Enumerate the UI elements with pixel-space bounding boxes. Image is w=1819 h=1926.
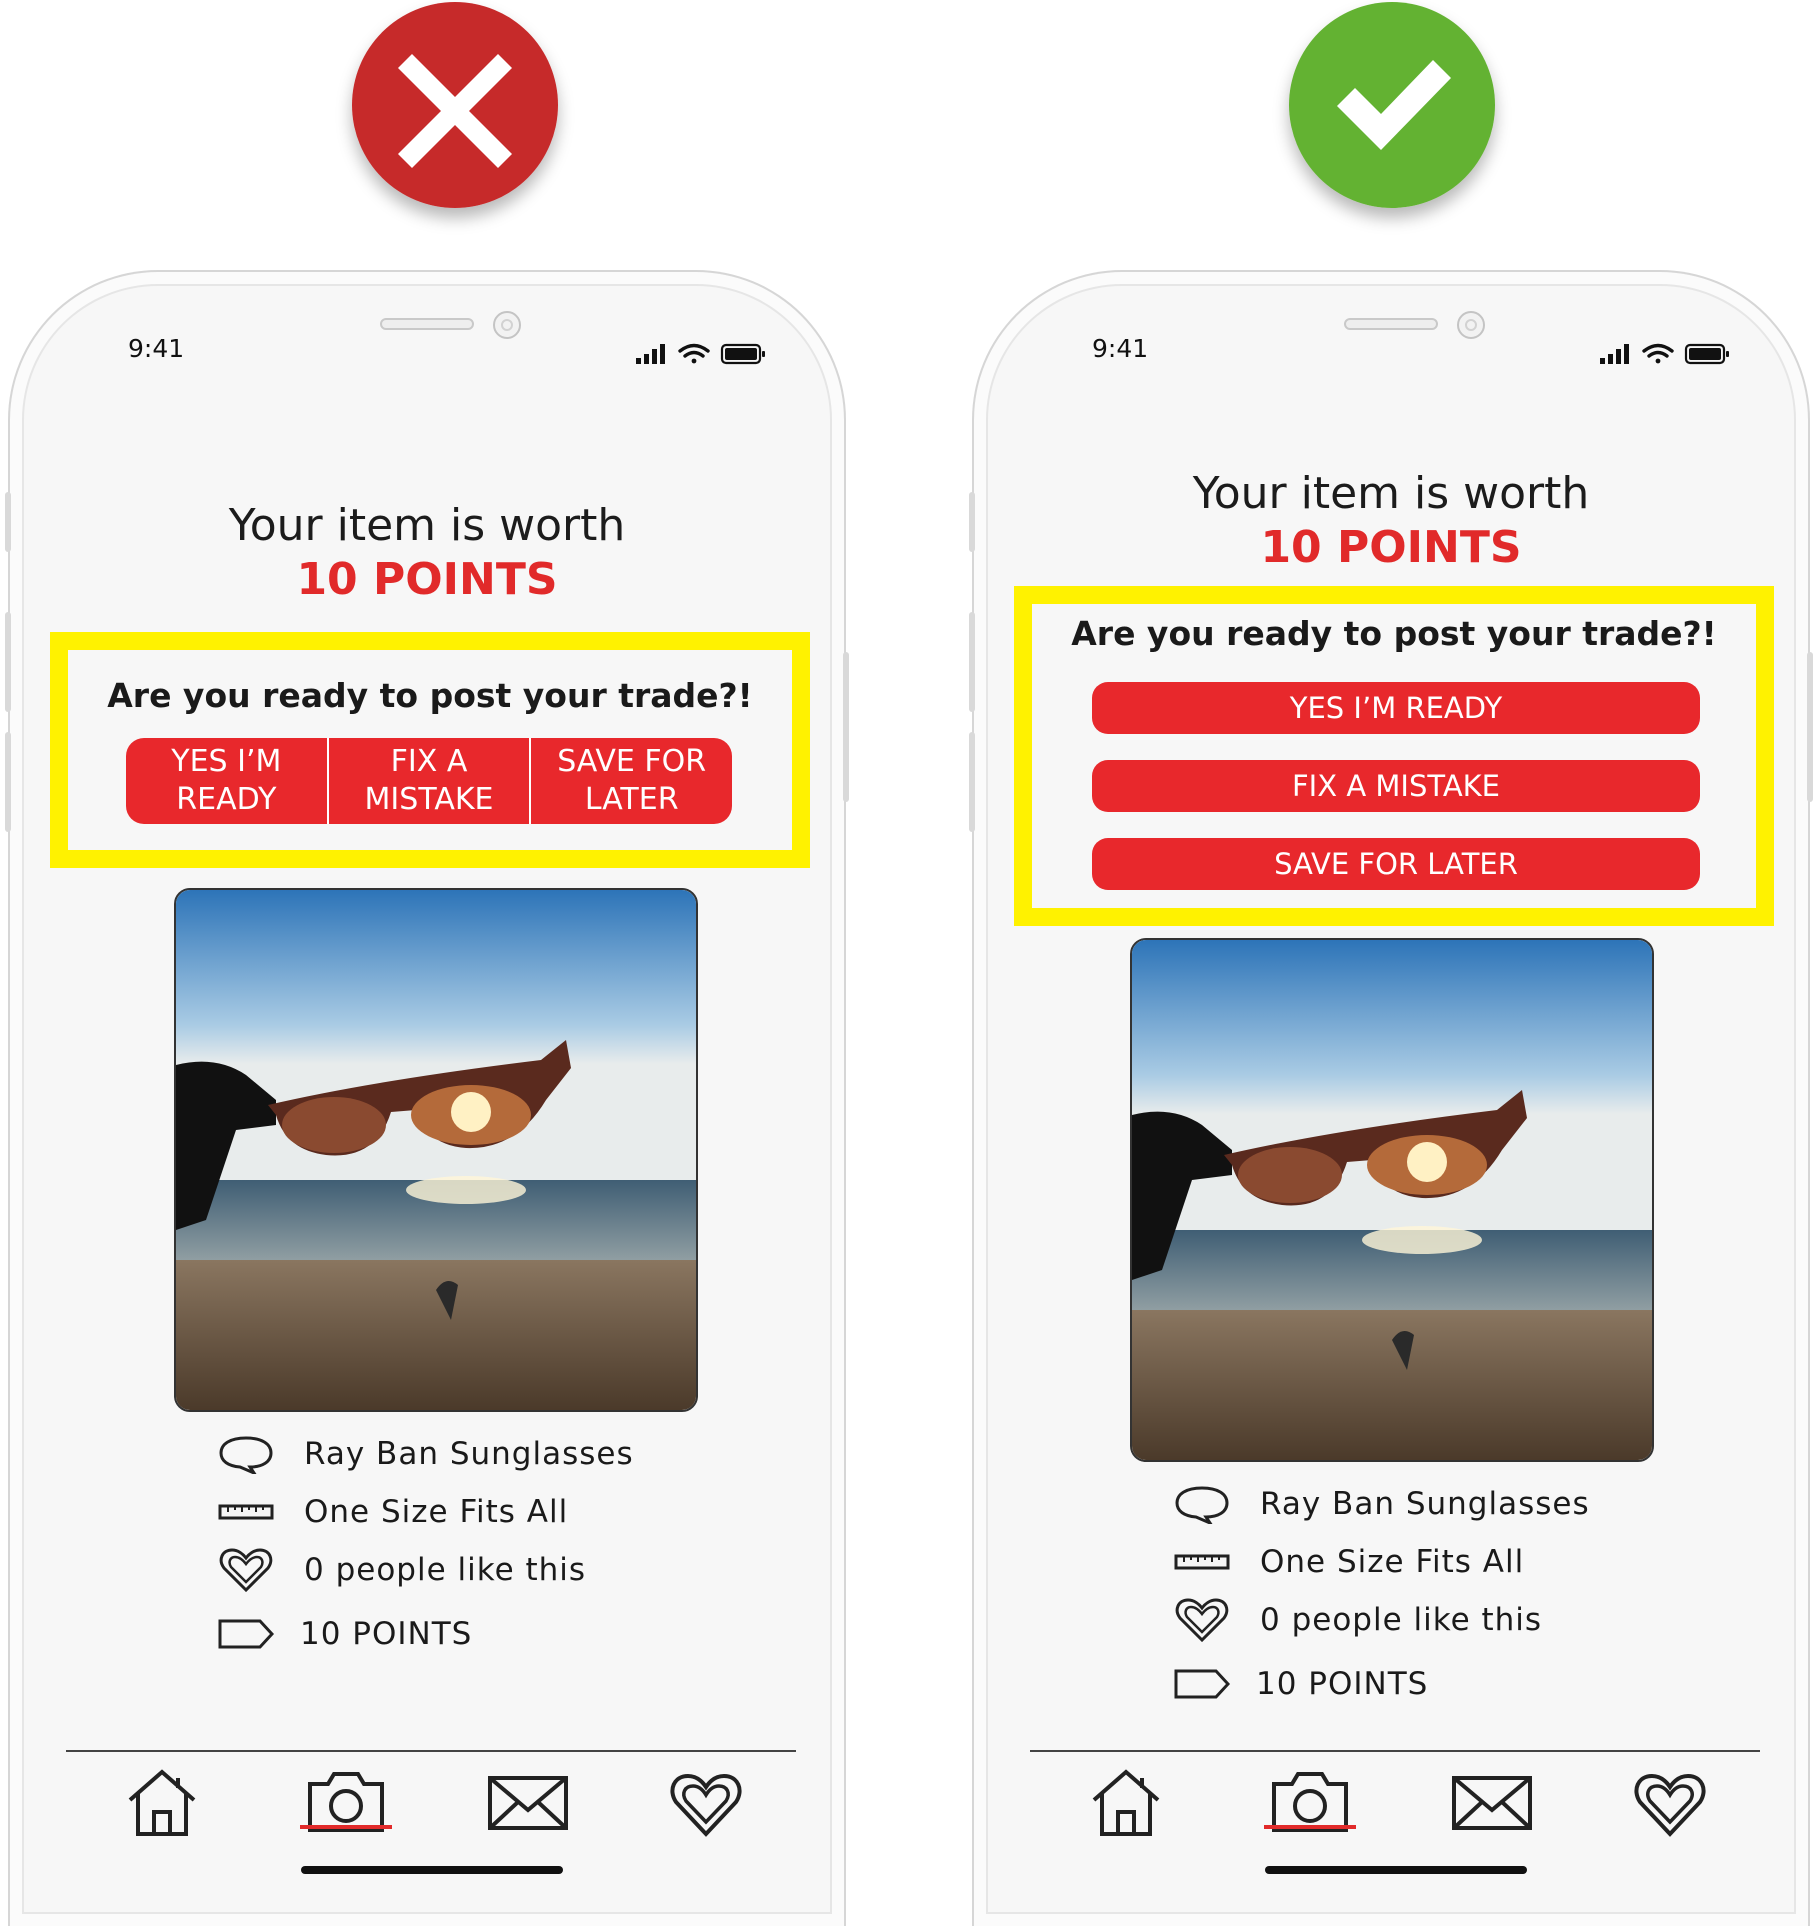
phone-before: 9:41 Your item is worth 10 POINTS Are yo… — [5, 270, 849, 1926]
tag-icon — [218, 1612, 278, 1656]
speaker — [380, 318, 474, 330]
tab-home[interactable] — [1086, 1762, 1166, 1842]
question-text: Are you ready to post your trade?! — [107, 676, 753, 715]
camera-icon — [308, 1772, 384, 1832]
wrong-badge — [352, 2, 558, 208]
info-row-likes: 0 people like this — [218, 1548, 586, 1592]
heart-icon — [1174, 1598, 1234, 1642]
tab-likes[interactable] — [666, 1762, 746, 1842]
tabbar-divider — [66, 1750, 796, 1752]
info-row-likes: 0 people like this — [1174, 1598, 1542, 1642]
status-icons — [1600, 343, 1729, 365]
signal-icon — [1600, 344, 1629, 364]
sunglasses-photo — [1132, 940, 1652, 1460]
ruler-icon — [1174, 1540, 1234, 1584]
info-row-size: One Size Fits All — [218, 1490, 568, 1534]
question-text: Are you ready to post your trade?! — [1071, 614, 1717, 653]
save-later-button[interactable]: SAVE FOR LATER — [1092, 838, 1700, 890]
item-photo[interactable] — [1130, 938, 1654, 1462]
home-icon — [1092, 1769, 1160, 1836]
right-badge — [1289, 2, 1495, 208]
check-icon — [1289, 2, 1495, 208]
front-camera — [1457, 311, 1485, 339]
phone-after: 9:41 Your item is worth 10 POINTS Are yo… — [969, 270, 1813, 1926]
yes-ready-button[interactable]: YES I’M READY — [1092, 682, 1700, 734]
tab-camera[interactable] — [1270, 1762, 1350, 1842]
button-row: YES I’M READY FIX A MISTAKE SAVE FOR LAT… — [126, 738, 732, 824]
fix-mistake-button[interactable]: FIX A MISTAKE — [1092, 760, 1700, 812]
front-camera — [493, 311, 521, 339]
info-row-name: Ray Ban Sunglasses — [218, 1432, 634, 1476]
home-icon — [128, 1769, 196, 1836]
mail-icon — [1452, 1776, 1532, 1830]
tab-home[interactable] — [122, 1762, 202, 1842]
highlight-box: Are you ready to post your trade?! YES I… — [1014, 586, 1774, 926]
tab-likes[interactable] — [1630, 1762, 1710, 1842]
signal-icon — [636, 344, 665, 364]
tab-camera[interactable] — [306, 1762, 386, 1842]
yes-ready-button[interactable]: YES I’M READY — [126, 738, 327, 824]
speech-bubble-icon — [218, 1432, 278, 1476]
status-time: 9:41 — [128, 334, 185, 363]
status-time: 9:41 — [1092, 334, 1149, 363]
info-row-name: Ray Ban Sunglasses — [1174, 1482, 1590, 1526]
speaker — [1344, 318, 1438, 330]
cross-icon — [352, 2, 558, 208]
tabbar-divider — [1030, 1750, 1760, 1752]
highlight-box: Are you ready to post your trade?! YES I… — [50, 632, 810, 868]
home-indicator — [301, 1866, 563, 1874]
tab-messages[interactable] — [488, 1762, 568, 1842]
camera-icon — [1272, 1772, 1348, 1832]
sunglasses-photo — [176, 890, 696, 1410]
page-title: Your item is worth — [228, 500, 626, 551]
fix-mistake-button[interactable]: FIX A MISTAKE — [326, 738, 530, 824]
heart-icon — [1634, 1773, 1706, 1837]
save-later-button[interactable]: SAVE FOR LATER — [529, 738, 732, 824]
points-value: 10 POINTS — [296, 554, 558, 605]
points-value: 10 POINTS — [1260, 522, 1522, 573]
tab-active-indicator — [300, 1825, 392, 1829]
tab-messages[interactable] — [1452, 1762, 1532, 1842]
speech-bubble-icon — [1174, 1482, 1234, 1526]
info-row-points: 10 POINTS — [1174, 1662, 1428, 1706]
wifi-icon — [678, 343, 710, 364]
battery-icon — [720, 343, 765, 365]
heart-icon — [670, 1773, 742, 1837]
mail-icon — [488, 1776, 568, 1830]
tab-active-indicator — [1264, 1825, 1356, 1829]
tag-icon — [1174, 1662, 1234, 1706]
info-row-size: One Size Fits All — [1174, 1540, 1524, 1584]
wifi-icon — [1642, 343, 1674, 364]
ruler-icon — [218, 1490, 278, 1534]
battery-icon — [1684, 343, 1729, 365]
heart-icon — [218, 1548, 278, 1592]
home-indicator — [1265, 1866, 1527, 1874]
page-title: Your item is worth — [1192, 468, 1590, 519]
item-photo[interactable] — [174, 888, 698, 1412]
info-row-points: 10 POINTS — [218, 1612, 472, 1656]
status-icons — [636, 343, 765, 365]
